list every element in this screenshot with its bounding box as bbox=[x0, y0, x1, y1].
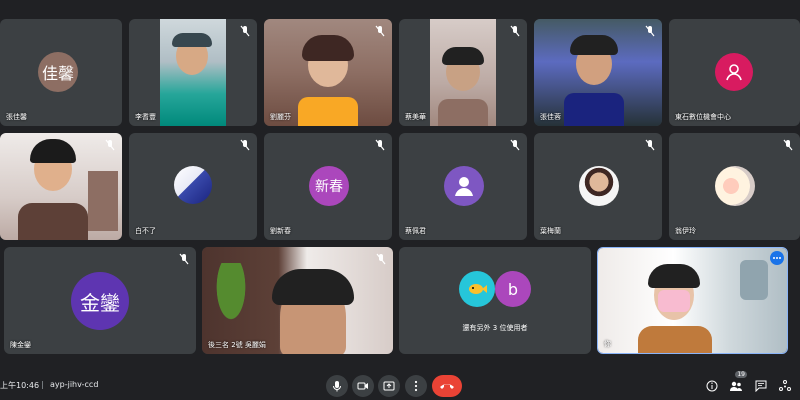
avatar bbox=[715, 53, 753, 91]
chat-button[interactable] bbox=[754, 379, 768, 393]
people-icon bbox=[730, 381, 742, 391]
mic-off-icon bbox=[645, 139, 655, 151]
mic-off-icon bbox=[510, 139, 520, 151]
mic-off-icon bbox=[179, 253, 189, 265]
avatar: 佳馨 bbox=[38, 52, 78, 92]
participant-name: 你 bbox=[604, 340, 611, 348]
camera-icon bbox=[357, 382, 368, 390]
self-view-tile[interactable]: 你 bbox=[597, 247, 788, 354]
person-icon bbox=[455, 177, 473, 196]
participant-tile[interactable]: 劉麗芬 bbox=[264, 19, 392, 126]
activities-icon bbox=[779, 380, 791, 391]
camera-button[interactable] bbox=[352, 375, 374, 397]
participant-name: 白不了 bbox=[135, 227, 156, 235]
present-button[interactable] bbox=[378, 375, 400, 397]
mic-off-icon bbox=[105, 139, 115, 151]
mic-off-icon bbox=[376, 253, 386, 265]
info-icon bbox=[706, 380, 718, 392]
participant-name: 後三名 2號 吳麗娟 bbox=[208, 341, 266, 349]
participant-tile[interactable]: 新春 劉新春 bbox=[264, 133, 392, 240]
mic-button[interactable] bbox=[326, 375, 348, 397]
self-video bbox=[598, 248, 787, 353]
avatar: 金鑾 bbox=[71, 272, 129, 330]
participant-name: 蔡佩君 bbox=[405, 227, 426, 235]
mic-off-icon bbox=[240, 25, 250, 37]
participant-video bbox=[160, 19, 226, 126]
mic-icon bbox=[333, 381, 341, 392]
present-screen-icon bbox=[383, 381, 395, 391]
avatar bbox=[459, 271, 495, 307]
participant-name: 張佳馨 bbox=[6, 113, 27, 121]
participant-name: 李耆豐 bbox=[135, 113, 156, 121]
participant-tile[interactable]: 張佳蓉 bbox=[534, 19, 662, 126]
mic-off-icon bbox=[510, 25, 520, 37]
participant-name: 張佳蓉 bbox=[540, 113, 561, 121]
participant-name: 東石數位機會中心 bbox=[675, 113, 731, 121]
clock: 上午10:46 bbox=[0, 381, 40, 390]
participant-tile[interactable]: 李耆豐 bbox=[129, 19, 257, 126]
participant-tile[interactable]: 白不了 bbox=[129, 133, 257, 240]
participant-name: 陳金鑾 bbox=[10, 341, 31, 349]
more-options-button[interactable] bbox=[405, 375, 427, 397]
avatar bbox=[444, 166, 484, 206]
more-horizontal-icon bbox=[773, 257, 781, 259]
participant-tile[interactable]: 金鑾 陳金鑾 bbox=[4, 247, 196, 354]
participant-video bbox=[202, 247, 393, 354]
participant-tile[interactable]: 東石數位機會中心 bbox=[669, 19, 800, 126]
participant-tile[interactable]: 佳馨 張佳馨 bbox=[0, 19, 122, 126]
participant-tile[interactable]: 葉梅蘭 bbox=[534, 133, 662, 240]
participant-name: 劉新春 bbox=[270, 227, 291, 235]
separator: | bbox=[41, 380, 44, 389]
participant-tile[interactable]: 蔡佩君 bbox=[399, 133, 527, 240]
mic-off-icon bbox=[783, 139, 793, 151]
avatar: 新春 bbox=[309, 166, 349, 206]
participant-name: 劉麗芬 bbox=[270, 113, 291, 121]
participant-video bbox=[264, 19, 392, 126]
people-button[interactable]: 19 bbox=[729, 371, 747, 393]
participant-tile[interactable] bbox=[0, 133, 122, 240]
avatar bbox=[174, 166, 212, 204]
participant-name: 蔡美華 bbox=[405, 113, 426, 121]
fish-icon bbox=[469, 284, 487, 294]
avatar: b bbox=[495, 271, 531, 307]
participant-video bbox=[534, 19, 662, 126]
participant-name: 翁伊玲 bbox=[675, 227, 696, 235]
people-count-badge: 19 bbox=[735, 371, 747, 378]
info-button[interactable] bbox=[705, 379, 719, 393]
chat-icon bbox=[755, 380, 767, 392]
mic-off-icon bbox=[240, 139, 250, 151]
leave-call-button[interactable] bbox=[432, 375, 462, 397]
person-icon bbox=[726, 64, 742, 81]
participant-tile[interactable]: 後三名 2號 吳麗娟 bbox=[202, 247, 393, 354]
more-options-button[interactable] bbox=[770, 251, 784, 265]
participant-tile[interactable]: 蔡美華 bbox=[399, 19, 527, 126]
mic-off-icon bbox=[375, 139, 385, 151]
avatar bbox=[579, 166, 619, 206]
participant-video bbox=[430, 19, 496, 126]
participant-tile[interactable]: 翁伊玲 bbox=[669, 133, 800, 240]
activities-button[interactable] bbox=[778, 379, 792, 393]
mic-off-icon bbox=[375, 25, 385, 37]
more-vertical-icon bbox=[414, 380, 418, 392]
participant-name: 葉梅蘭 bbox=[540, 227, 561, 235]
more-participants-tile[interactable]: b 還有另外 3 位使用者 bbox=[399, 247, 591, 354]
hang-up-icon bbox=[440, 384, 454, 389]
mic-off-icon bbox=[645, 25, 655, 37]
meeting-code: ayp-jihv-ccd bbox=[50, 380, 99, 389]
more-participants-label: 還有另外 3 位使用者 bbox=[462, 324, 528, 332]
avatar bbox=[715, 166, 755, 206]
